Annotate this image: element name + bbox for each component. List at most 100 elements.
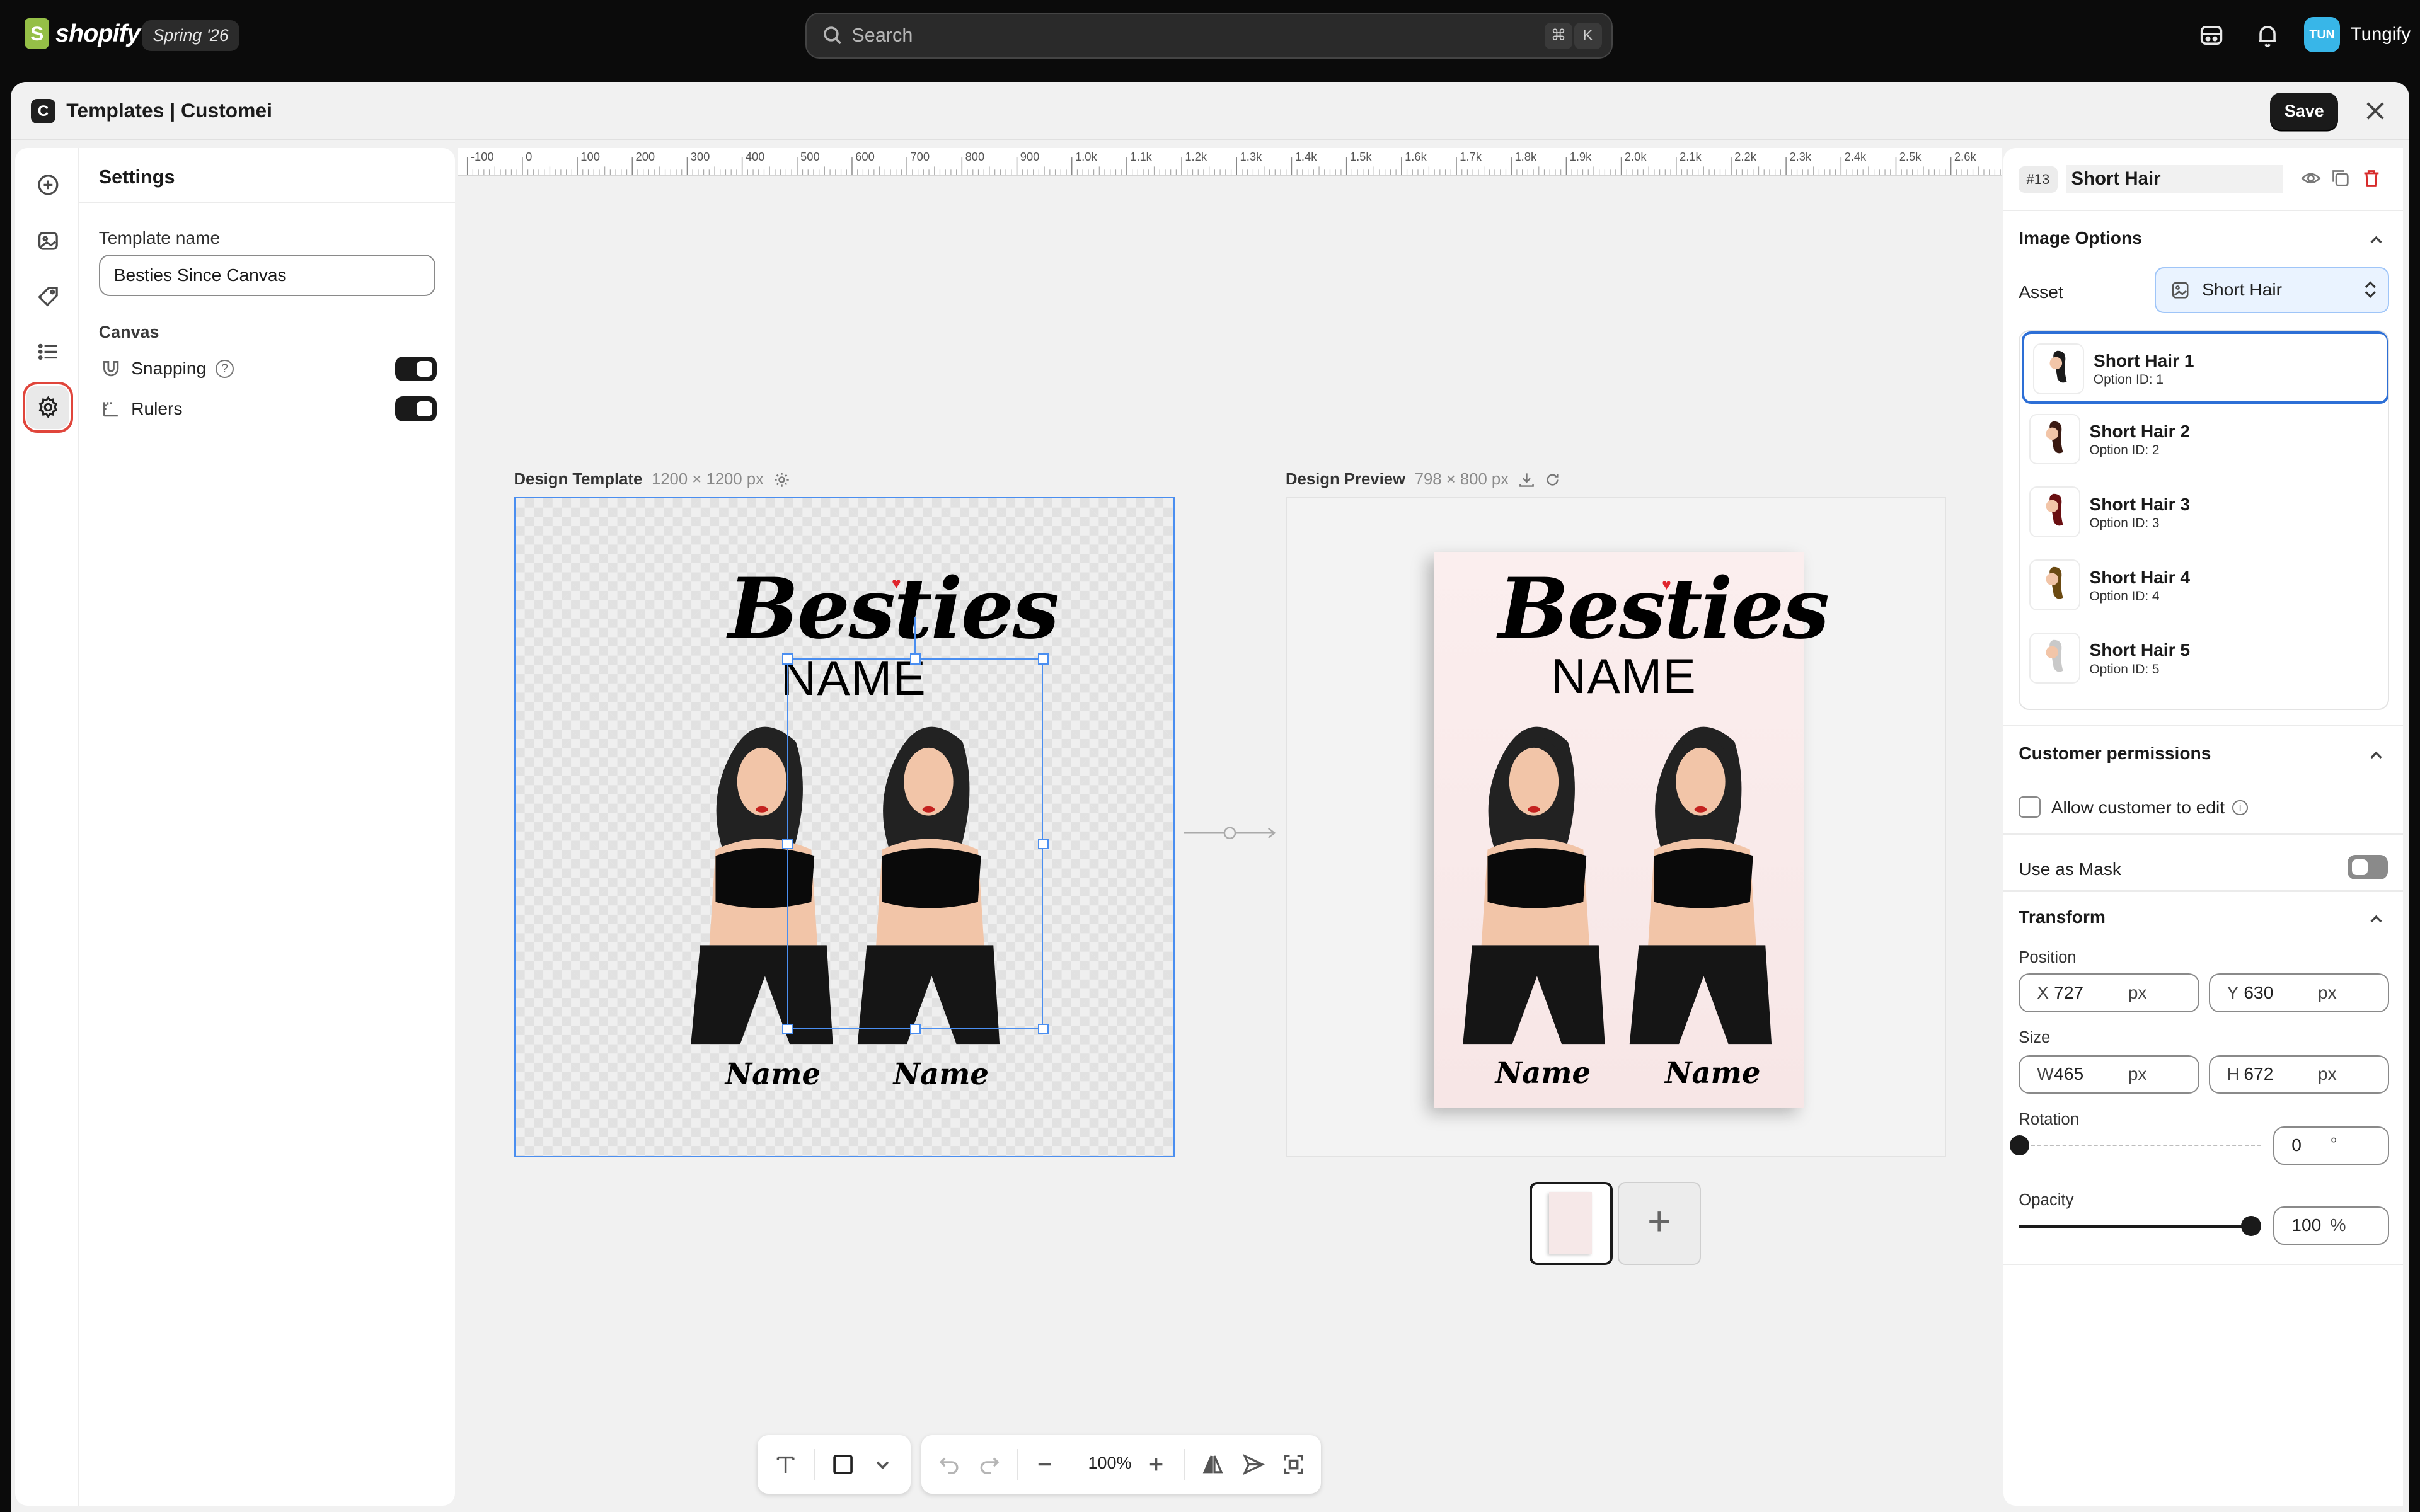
rotation-slider-thumb[interactable] — [2009, 1135, 2030, 1156]
hair-swatch-icon — [2046, 421, 2063, 453]
rulers-toggle[interactable] — [395, 396, 437, 421]
horizontal-ruler: -100 0 100 200 300 400 500 600 700 800 900 1.0k 1.1k… — [458, 148, 2002, 176]
art-signature-1: Name — [725, 1057, 821, 1092]
magnet-icon — [103, 361, 119, 377]
left-rail — [15, 148, 79, 1506]
search-input[interactable]: Search ⌘ K — [805, 12, 1613, 59]
rotation-slider[interactable] — [2019, 1145, 2261, 1148]
resize-handle[interactable] — [909, 653, 921, 665]
download-icon[interactable] — [1518, 471, 1535, 488]
refresh-icon[interactable] — [1544, 471, 1561, 488]
settings-small-icon[interactable] — [773, 471, 790, 488]
rotation-value: 0 — [2291, 1135, 2302, 1155]
rail-list-button[interactable] — [26, 330, 70, 374]
h-unit: px — [2317, 1064, 2337, 1084]
y-unit: px — [2317, 982, 2337, 1002]
resize-handle[interactable] — [781, 653, 793, 665]
rotation-field[interactable]: 0 ° — [2273, 1126, 2390, 1165]
opacity-field[interactable]: 100 % — [2273, 1206, 2390, 1246]
resize-handle[interactable] — [1038, 1024, 1049, 1035]
ruler-label: 2.2k — [1734, 149, 1756, 163]
zoom-level[interactable]: 100% — [1088, 1453, 1132, 1473]
h-value: 672 — [2244, 1064, 2274, 1084]
chevron-down-icon[interactable] — [870, 1452, 895, 1477]
template-name-input[interactable] — [98, 255, 435, 297]
user-menu[interactable]: TUN Tungify — [2304, 16, 2411, 53]
asset-option[interactable]: Short Hair 4 Option ID: 4 — [2020, 551, 2388, 623]
use-as-mask-toggle[interactable] — [2347, 854, 2388, 879]
resize-handle[interactable] — [909, 1024, 921, 1035]
chevron-up-icon[interactable] — [2368, 231, 2385, 248]
asset-option[interactable]: Short Hair 3 Option ID: 3 — [2020, 478, 2388, 550]
toolbar-separator — [1017, 1448, 1019, 1480]
ruler-label: 2.5k — [1899, 149, 1922, 163]
send-icon[interactable] — [1241, 1452, 1265, 1477]
x-unit: px — [2128, 982, 2147, 1002]
heart-icon: ♥ — [892, 575, 901, 592]
ruler-label: 1.1k — [1130, 149, 1152, 163]
shopify-logo[interactable]: S shopify — [25, 18, 141, 50]
resize-handle[interactable] — [1038, 839, 1049, 850]
asset-select[interactable]: Short Hair — [2154, 266, 2390, 314]
resize-handle[interactable] — [781, 1024, 793, 1035]
fullscreen-icon[interactable] — [1281, 1452, 1306, 1477]
text-tool-icon[interactable] — [773, 1452, 798, 1477]
ruler-label: 600 — [855, 149, 875, 163]
zoom-in-icon[interactable] — [1144, 1452, 1168, 1477]
save-button[interactable]: Save — [2270, 92, 2339, 130]
option-title: Short Hair 1 — [2093, 351, 2194, 370]
divider — [2003, 725, 2404, 727]
undo-icon[interactable] — [937, 1452, 962, 1477]
hair-swatch-icon — [2046, 494, 2063, 526]
preview-page-thumbnail[interactable] — [1529, 1181, 1613, 1266]
asset-label: Asset — [2019, 282, 2063, 302]
snapping-row: Snapping ? — [100, 353, 437, 384]
ruler-label: 2.6k — [1954, 149, 1976, 163]
list-icon — [38, 343, 57, 360]
resize-handle[interactable] — [781, 839, 793, 850]
size-w-field[interactable]: W 465 px — [2019, 1055, 2199, 1094]
rail-add-button[interactable] — [26, 164, 70, 207]
size-h-field[interactable]: H 672 px — [2208, 1055, 2390, 1094]
trash-icon[interactable] — [2361, 168, 2382, 188]
add-page-button[interactable]: + — [1617, 1181, 1701, 1266]
rail-image-button[interactable] — [26, 219, 70, 263]
option-title: Short Hair 5 — [2089, 640, 2191, 660]
position-x-field[interactable]: X 727 px — [2019, 973, 2199, 1012]
eye-icon[interactable] — [2301, 168, 2321, 188]
close-icon[interactable] — [2361, 97, 2389, 125]
help-icon[interactable]: ? — [215, 359, 234, 378]
preview-art-title: Besties — [1498, 559, 1829, 658]
option-thumbnail — [2033, 343, 2085, 394]
rail-settings-button[interactable] — [22, 381, 74, 433]
w-value: 465 — [2054, 1064, 2084, 1084]
preview-poster: Besties ♥ NAME Name Name — [1433, 552, 1829, 1108]
preview-caption-title: Design Preview — [1286, 470, 1405, 488]
asset-option[interactable]: Short Hair 2 Option ID: 2 — [2020, 404, 2388, 477]
design-template-canvas[interactable]: Besties ♥ NAME Name Name — [514, 496, 1175, 1157]
chevron-up-icon[interactable] — [2368, 747, 2385, 764]
template-name-label: Template name — [98, 228, 221, 248]
bell-icon[interactable] — [2254, 21, 2281, 49]
store-icon[interactable] — [2198, 21, 2225, 49]
opacity-slider[interactable] — [2019, 1225, 2258, 1228]
shape-tool-icon[interactable] — [831, 1452, 855, 1477]
opacity-slider-thumb[interactable] — [2240, 1215, 2261, 1236]
resize-handle[interactable] — [1038, 653, 1049, 665]
allow-edit-checkbox[interactable] — [2019, 796, 2041, 818]
redo-icon[interactable] — [977, 1452, 1001, 1477]
snapping-toggle[interactable] — [395, 356, 437, 381]
layer-name-input[interactable]: Short Hair — [2066, 165, 2283, 193]
info-icon[interactable]: i — [2232, 799, 2248, 816]
position-y-field[interactable]: Y 630 px — [2208, 973, 2390, 1012]
chevron-up-icon[interactable] — [2368, 910, 2385, 927]
zoom-out-icon[interactable] — [1032, 1452, 1057, 1477]
y-value: 630 — [2244, 982, 2274, 1002]
selection-box[interactable] — [781, 616, 1049, 1035]
flip-icon[interactable] — [1201, 1452, 1225, 1477]
duplicate-icon[interactable] — [2331, 168, 2351, 188]
rulers-label: Rulers — [131, 398, 183, 418]
asset-option[interactable]: Short Hair 5 Option ID: 5 — [2020, 623, 2388, 696]
asset-option[interactable]: Short Hair 1 Option ID: 1 — [2021, 331, 2388, 404]
rail-tag-button[interactable] — [26, 275, 70, 318]
